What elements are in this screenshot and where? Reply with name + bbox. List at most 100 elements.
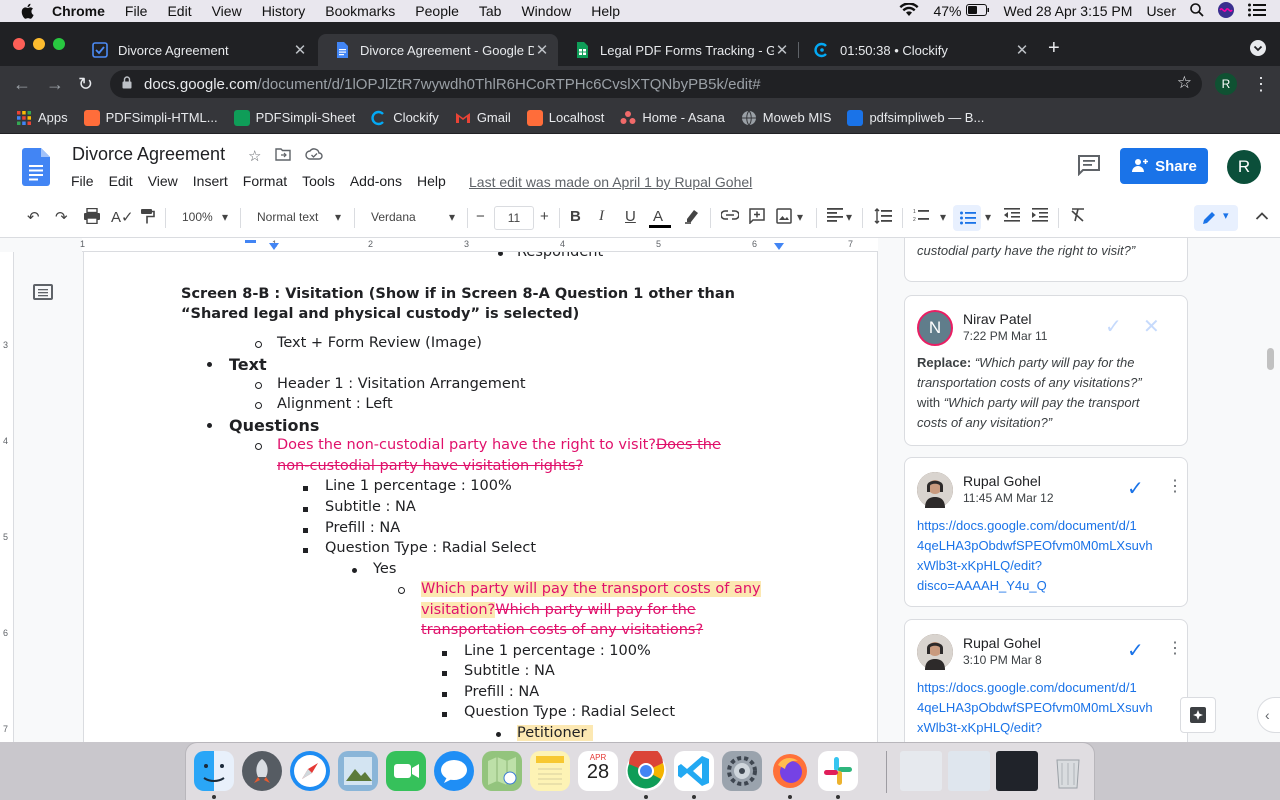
menu-tab[interactable]: Tab xyxy=(479,3,502,19)
address-bar[interactable]: docs.google.com/document/d/1lOPJlZtR7wyw… xyxy=(110,70,1202,98)
document-title[interactable]: Divorce Agreement xyxy=(72,144,225,165)
minimized-window-thumbnail[interactable] xyxy=(996,751,1038,791)
menu-edit[interactable]: Edit xyxy=(167,3,191,19)
bold-icon[interactable]: B xyxy=(570,208,581,225)
insert-link-icon[interactable] xyxy=(720,208,740,225)
comment-link[interactable]: https://docs.google.com/document/d/1 4qe… xyxy=(917,678,1179,738)
calendar-icon[interactable]: APR 28 xyxy=(578,751,618,791)
slack-icon[interactable] xyxy=(818,751,858,791)
more-options-icon[interactable]: ⋮ xyxy=(1167,476,1183,496)
comment-card-nirav[interactable]: N Nirav Patel 7:22 PM Mar 11 ✓ ✕ Replace… xyxy=(904,295,1188,446)
bookmark-pdfsimpli-sheet[interactable]: PDFSimpli-Sheet xyxy=(233,109,355,126)
paragraph-style-select[interactable]: Normal text xyxy=(257,210,318,224)
minimized-window-thumbnail[interactable] xyxy=(900,751,942,791)
resolve-check-icon[interactable]: ✓ xyxy=(1127,638,1144,663)
cloud-saved-icon[interactable] xyxy=(305,147,324,165)
tab-close-icon[interactable]: ✕ xyxy=(1014,41,1030,59)
tab-close-icon[interactable]: ✕ xyxy=(534,41,550,59)
clock-datetime[interactable]: Wed 28 Apr 3:15 PM xyxy=(1004,3,1133,19)
menu-app-name[interactable]: Chrome xyxy=(52,3,105,19)
star-icon[interactable]: ☆ xyxy=(248,147,261,165)
editing-mode-icon[interactable]: ▾ xyxy=(1194,205,1238,231)
decrease-indent-icon[interactable] xyxy=(1004,208,1020,226)
trash-icon[interactable] xyxy=(1048,751,1088,791)
apple-logo-icon[interactable] xyxy=(18,3,36,19)
menu-people[interactable]: People xyxy=(415,3,459,19)
numbered-list-icon[interactable]: 12 xyxy=(913,208,929,226)
paint-format-icon[interactable] xyxy=(139,208,155,228)
chrome-profile-avatar[interactable]: R xyxy=(1215,73,1237,95)
notes-icon[interactable] xyxy=(530,751,570,791)
zoom-select[interactable]: 100% xyxy=(182,210,213,224)
minimized-window-thumbnail[interactable] xyxy=(948,751,990,791)
tab-legal-pdf-forms-tracking[interactable]: Legal PDF Forms Tracking - Go ✕ xyxy=(558,34,798,66)
increase-font-size-button[interactable]: + xyxy=(540,208,549,225)
share-button[interactable]: Share xyxy=(1120,148,1208,184)
redo-icon[interactable]: ↷ xyxy=(55,208,68,226)
new-tab-plus-icon[interactable]: + xyxy=(1048,37,1060,60)
chrome-menu-kebab-icon[interactable]: ⋮ xyxy=(1252,74,1270,95)
clear-formatting-icon[interactable] xyxy=(1070,208,1086,226)
tab-clockify[interactable]: 01:50:38 • Clockify ✕ xyxy=(798,34,1038,66)
highlight-color-icon[interactable] xyxy=(683,208,701,228)
google-chrome-icon[interactable] xyxy=(626,746,666,791)
left-indent-marker[interactable] xyxy=(269,243,279,250)
comment-history-icon[interactable] xyxy=(1077,154,1101,176)
wifi-icon[interactable] xyxy=(899,1,919,20)
finder-icon[interactable] xyxy=(194,751,234,791)
forward-arrow-icon[interactable]: → xyxy=(46,74,64,95)
print-icon[interactable] xyxy=(83,207,101,228)
spellcheck-icon[interactable]: A✓ xyxy=(111,208,134,226)
align-left-icon[interactable] xyxy=(827,208,843,226)
reject-suggestion-x-icon[interactable]: ✕ xyxy=(1143,314,1160,339)
bookmark-apps[interactable]: Apps xyxy=(16,110,68,126)
increase-indent-icon[interactable] xyxy=(1032,208,1048,226)
docs-menu-help[interactable]: Help xyxy=(417,173,446,189)
vscode-icon[interactable] xyxy=(674,751,714,791)
user-name[interactable]: User xyxy=(1146,3,1176,19)
bookmark-asana[interactable]: Home - Asana xyxy=(620,110,725,126)
underline-icon[interactable]: U xyxy=(625,208,636,225)
docs-menu-tools[interactable]: Tools xyxy=(302,173,335,189)
add-comment-icon[interactable] xyxy=(749,208,765,228)
docs-menu-edit[interactable]: Edit xyxy=(109,173,133,189)
reload-icon[interactable]: ↻ xyxy=(78,74,93,95)
back-arrow-icon[interactable]: ← xyxy=(13,74,31,95)
vertical-ruler[interactable]: 3 4 5 6 7 xyxy=(0,252,14,742)
move-to-folder-icon[interactable] xyxy=(275,147,292,165)
suggestion-question-2[interactable]: Which party will pay the transport costs… xyxy=(421,581,761,597)
comment-card-rupal-1[interactable]: Rupal Gohel 11:45 AM Mar 12 ✓ ⋮ https://… xyxy=(904,457,1188,607)
battery-icon[interactable] xyxy=(965,3,990,19)
bookmark-gmail[interactable]: Gmail xyxy=(455,110,511,126)
docs-menu-addons[interactable]: Add-ons xyxy=(350,173,402,189)
resolve-check-icon[interactable]: ✓ xyxy=(1127,476,1144,501)
line-spacing-icon[interactable] xyxy=(874,208,892,228)
system-preferences-gear-icon[interactable] xyxy=(722,751,762,791)
explore-button[interactable] xyxy=(1180,697,1216,733)
suggestion-question-2-cont[interactable]: visitation?Which party will pay for the xyxy=(421,602,696,618)
text-color-icon[interactable]: A xyxy=(649,208,671,228)
facetime-video-icon[interactable] xyxy=(386,751,426,791)
docs-menu-view[interactable]: View xyxy=(148,173,178,189)
tab-close-icon[interactable]: ✕ xyxy=(292,41,308,59)
account-avatar[interactable]: R xyxy=(1227,150,1261,184)
font-family-select[interactable]: Verdana xyxy=(371,210,416,224)
menu-help[interactable]: Help xyxy=(591,3,620,19)
collapse-menus-icon[interactable] xyxy=(1255,208,1269,225)
docs-menu-file[interactable]: File xyxy=(71,173,94,189)
bookmark-localhost[interactable]: Localhost xyxy=(526,109,604,126)
comment-card-partial[interactable]: custodial party have the right to visit?… xyxy=(904,238,1188,282)
lock-icon[interactable] xyxy=(122,75,132,93)
firefox-icon[interactable] xyxy=(770,751,810,791)
bookmark-star-icon[interactable]: ☆ xyxy=(1177,73,1192,93)
comment-link[interactable]: https://docs.google.com/document/d/1 4qe… xyxy=(917,516,1179,596)
menu-bookmarks[interactable]: Bookmarks xyxy=(325,3,395,19)
notification-center-icon[interactable] xyxy=(1248,3,1266,20)
docs-menu-insert[interactable]: Insert xyxy=(193,173,228,189)
menu-view[interactable]: View xyxy=(212,3,242,19)
decrease-font-size-button[interactable]: − xyxy=(476,208,485,225)
tab-search-chevron-icon[interactable] xyxy=(1250,40,1266,56)
window-close-button[interactable] xyxy=(13,38,25,50)
more-options-icon[interactable]: ⋮ xyxy=(1167,638,1183,658)
right-indent-marker[interactable] xyxy=(774,243,784,250)
